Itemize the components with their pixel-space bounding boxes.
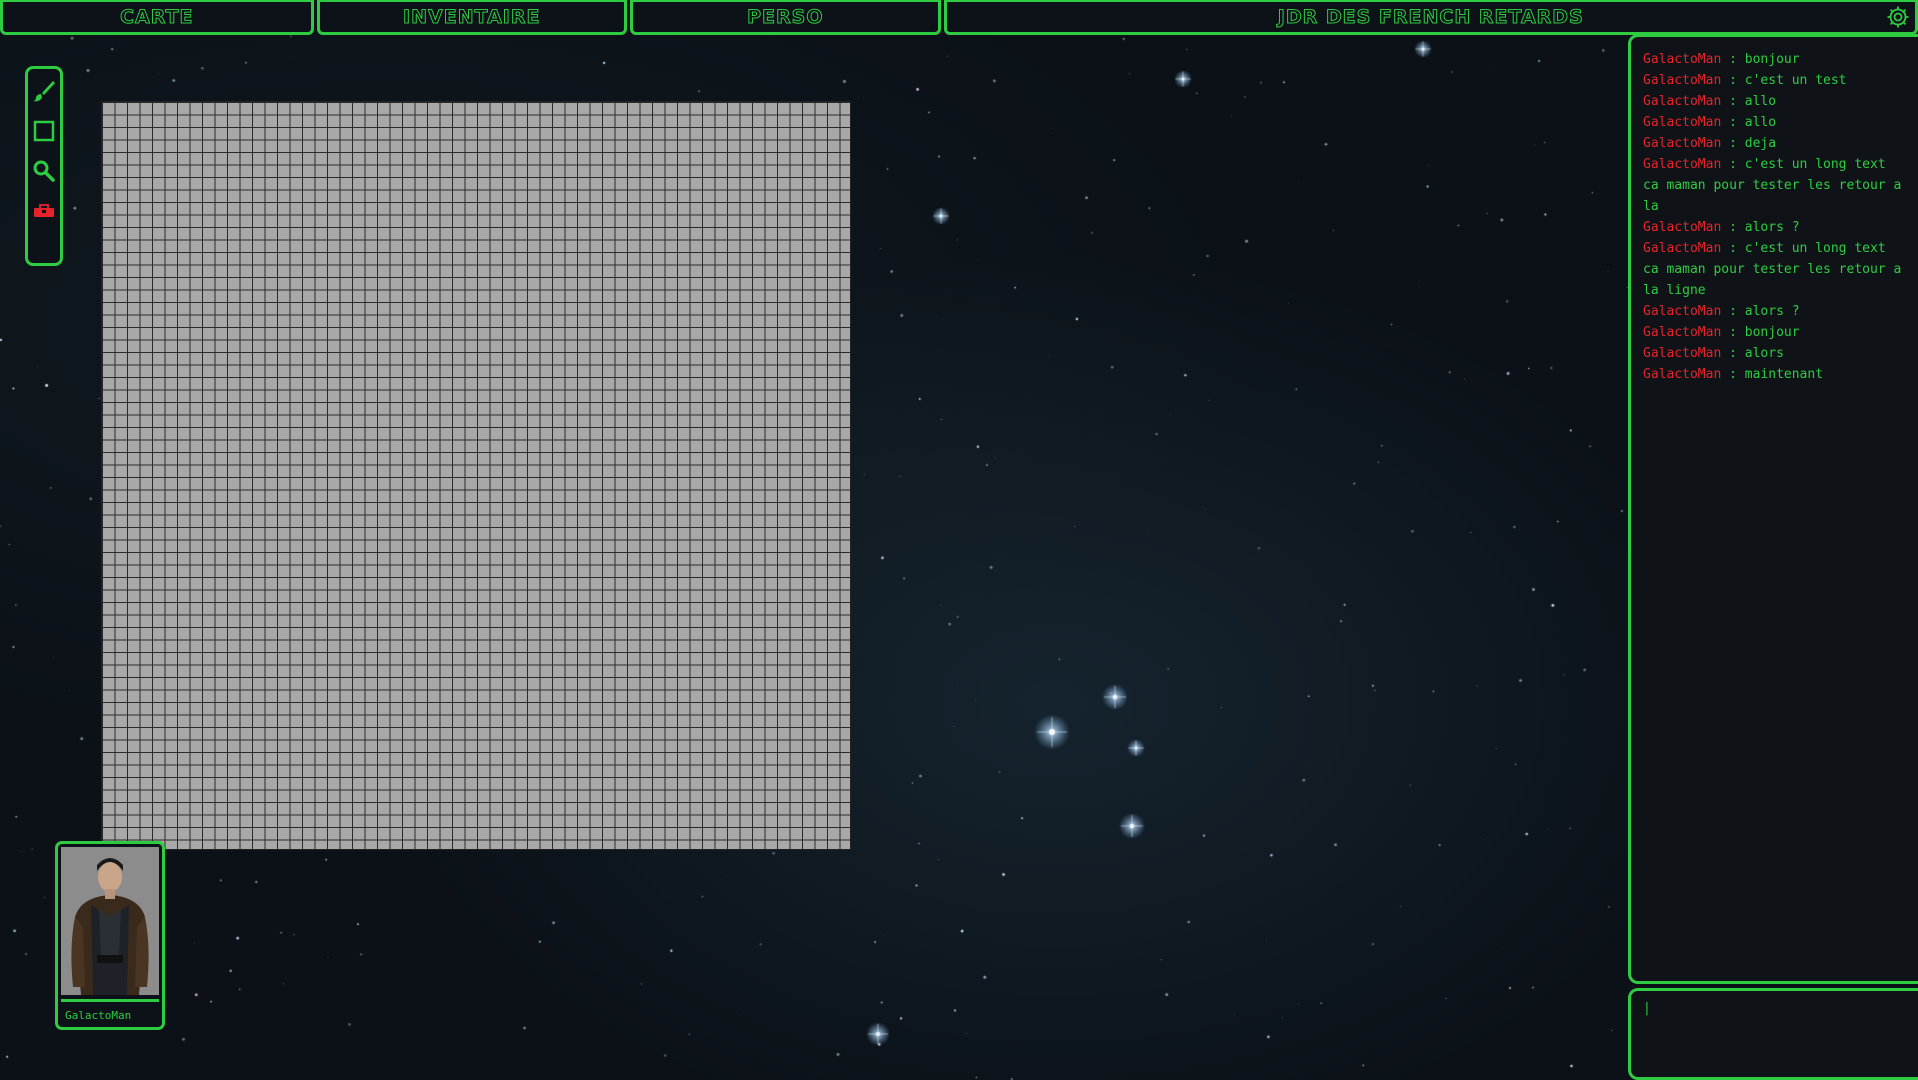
square-icon[interactable] [31,117,57,145]
character-name: GalactoMan [61,999,159,1027]
chat-text: allo [1744,115,1777,130]
brush-icon[interactable] [31,77,57,105]
character-card[interactable]: GalactoMan [55,841,165,1030]
settings-gear-icon[interactable] [1886,5,1910,29]
chat-message: GalactoMan : c'est un long text ca maman… [1643,154,1908,217]
chat-separator: : [1721,304,1745,319]
tab-perso[interactable]: PERSO [630,0,941,35]
chat-username: GalactoMan [1643,325,1722,340]
chat-text: alors [1744,346,1784,361]
chat-text: alors ? [1744,304,1800,319]
toolbox-icon[interactable] [31,197,57,225]
chat-message: GalactoMan : c'est un long text ca maman… [1643,238,1908,301]
chat-separator: : [1721,115,1745,130]
chat-separator: : [1721,94,1745,109]
chat-separator: : [1721,367,1745,382]
chat-message: GalactoMan : deja [1643,133,1908,154]
chat-message: GalactoMan : c'est un test [1643,70,1908,91]
chat-username: GalactoMan [1643,73,1722,88]
chat-username: GalactoMan [1643,52,1722,67]
chat-message: GalactoMan : alors ? [1643,301,1908,322]
chat-message: GalactoMan : maintenant [1643,364,1908,385]
chat-username: GalactoMan [1643,157,1722,172]
chat-text: c'est un test [1744,73,1847,88]
chat-message: GalactoMan : allo [1643,112,1908,133]
chat-message: GalactoMan : allo [1643,91,1908,112]
tab-inventaire[interactable]: INVENTAIRE [316,0,628,35]
chat-text: bonjour [1744,325,1800,340]
chat-separator: : [1721,241,1745,256]
chat-message: GalactoMan : bonjour [1643,322,1908,343]
chat-username: GalactoMan [1643,94,1722,109]
chat-username: GalactoMan [1643,115,1722,130]
chat-username: GalactoMan [1643,346,1722,361]
chat-text: deja [1744,136,1777,151]
chat-text: allo [1744,94,1777,109]
chat-text: alors ? [1744,220,1800,235]
top-navigation: CARTE INVENTAIRE PERSO JDR DES FRENCH RE… [0,0,1918,36]
chat-username: GalactoMan [1643,367,1722,382]
character-portrait [61,847,159,995]
chat-username: GalactoMan [1643,304,1722,319]
tab-carte[interactable]: CARTE [0,0,314,35]
chat-username: GalactoMan [1643,136,1722,151]
chat-separator: : [1721,52,1745,67]
chat-username: GalactoMan [1643,220,1722,235]
chat-separator: : [1721,346,1745,361]
chat-message: GalactoMan : alors [1643,343,1908,364]
chat-message: GalactoMan : bonjour [1643,49,1908,70]
chat-username: GalactoMan [1643,241,1722,256]
chat-separator: : [1721,157,1745,172]
chat-separator: : [1721,136,1745,151]
chat-log: GalactoMan : bonjour GalactoMan : c'est u… [1628,34,1918,984]
chat-input[interactable]: | [1628,988,1918,1080]
chat-message: GalactoMan : alors ? [1643,217,1908,238]
chat-separator: : [1721,220,1745,235]
chat-text: maintenant [1744,367,1824,382]
app-title: JDR DES FRENCH RETARDS [943,0,1918,35]
chat-separator: : [1721,325,1745,340]
chat-separator: : [1721,73,1745,88]
grid-map[interactable] [101,101,851,850]
chat-text: bonjour [1744,52,1800,67]
tool-palette [25,66,63,266]
zoom-icon[interactable] [31,157,57,185]
